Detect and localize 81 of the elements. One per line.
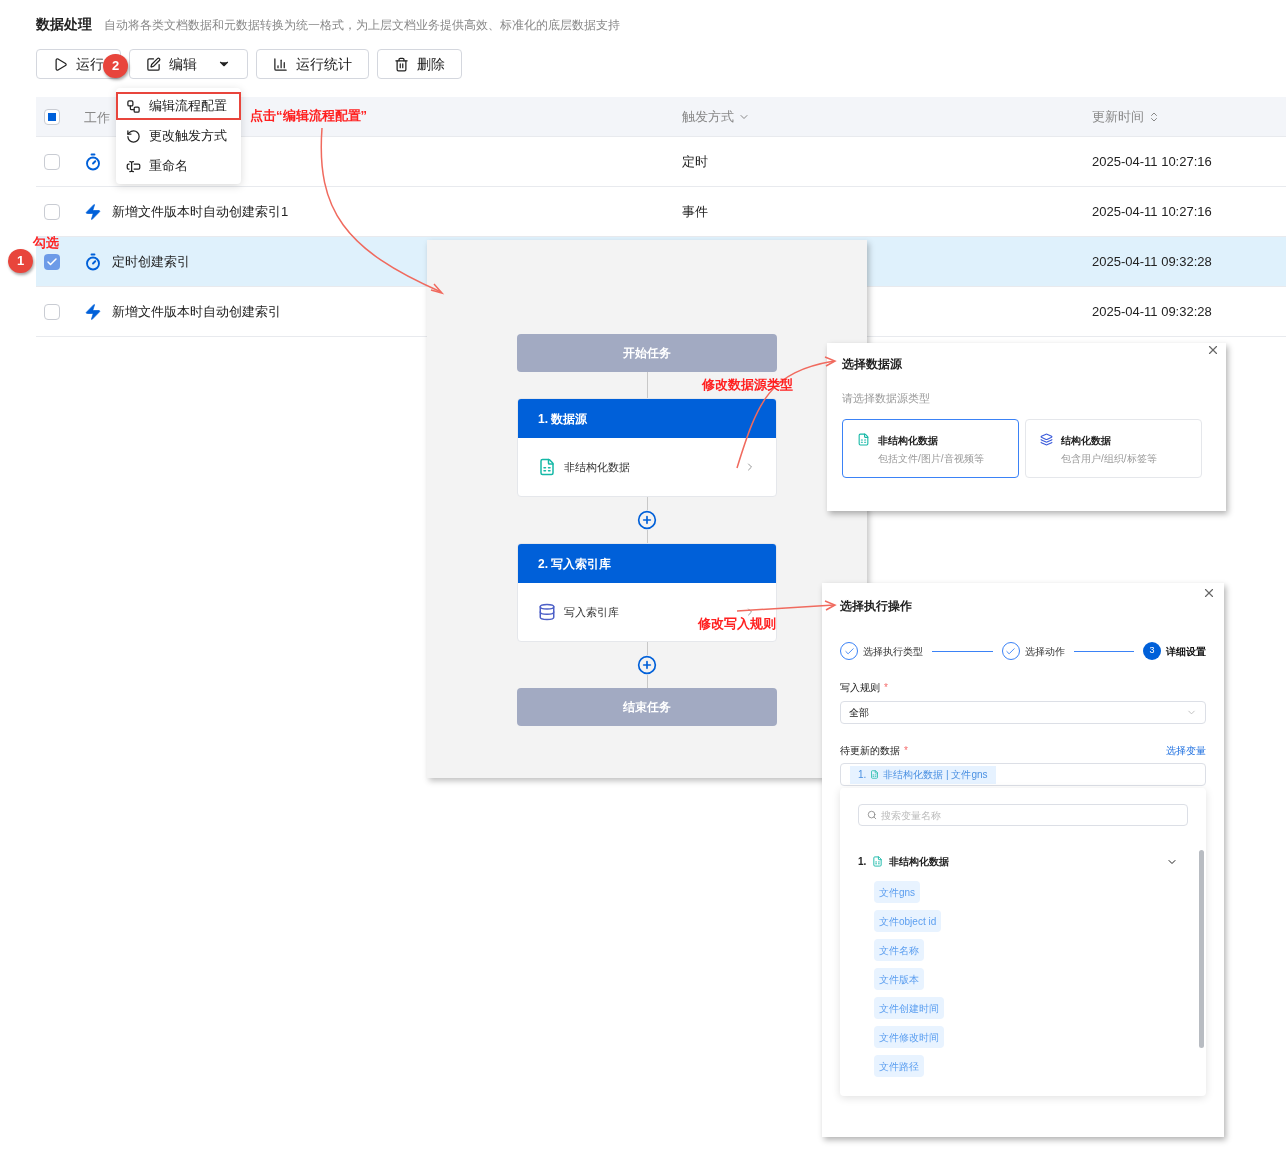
step-item: 写入索引库	[564, 604, 619, 620]
trigger-type: 定时	[682, 153, 708, 169]
timer-icon	[84, 152, 102, 171]
step-badge: 1	[8, 249, 33, 273]
select-variable-link[interactable]: 选择变量	[1166, 743, 1206, 758]
play-icon	[53, 56, 68, 72]
menu-item[interactable]: 编辑流程配置	[116, 92, 241, 120]
annotation-note: 勾选	[33, 234, 59, 252]
sort-icon[interactable]	[1148, 110, 1160, 123]
document-icon	[857, 432, 870, 446]
dialog-title: 选择执行操作	[840, 598, 913, 615]
page-description: 自动将各类文档数据和元数据转换为统一格式，为上层文档业务提供高效、标准化的底层数据支持	[104, 17, 620, 34]
checkbox[interactable]	[44, 203, 60, 220]
required-mark: *	[904, 744, 908, 758]
bar-chart-icon	[273, 56, 288, 72]
step-label: 选择动作	[1024, 644, 1065, 659]
refresh-icon	[126, 128, 141, 144]
group-index: 1.	[858, 855, 867, 869]
search-icon	[867, 810, 877, 820]
option-description: 包含用户/组织/标签等	[1061, 451, 1157, 466]
annotation-note: 修改数据源类型	[702, 376, 793, 394]
annotation-note: 点击“编辑流程配置”	[250, 107, 367, 125]
checkbox[interactable]	[44, 303, 60, 320]
field-label: 写入规则	[840, 681, 880, 695]
dialog-prompt: 请选择数据源类型	[842, 391, 931, 406]
step-item: 非结构化数据	[564, 459, 630, 475]
database-icon	[538, 603, 556, 621]
option-title: 非结构化数据	[878, 433, 939, 448]
close-icon[interactable]	[1206, 343, 1220, 357]
step-title: 2. 写入索引库	[518, 544, 776, 583]
annotation-note: 修改写入规则	[698, 615, 776, 633]
edit-icon	[146, 56, 161, 72]
trigger-type: 事件	[682, 203, 708, 219]
layers-icon	[1040, 432, 1053, 446]
text-cursor-icon	[126, 158, 141, 174]
datasource-option[interactable]: 结构化数据 包含用户/组织/标签等	[1025, 418, 1202, 478]
updated-time: 2025-04-11 09:32:28	[1092, 302, 1212, 321]
add-step-icon[interactable]	[637, 655, 657, 675]
menu-item[interactable]: 更改触发方式	[116, 122, 241, 150]
document-icon	[870, 770, 880, 779]
step-title: 1. 数据源	[518, 399, 776, 438]
checkbox[interactable]	[44, 253, 60, 270]
timer-icon	[84, 252, 102, 271]
search-placeholder: 搜索变量名称	[881, 808, 941, 823]
column-header: 工作	[84, 109, 110, 125]
checkbox[interactable]	[44, 153, 60, 170]
lightning-icon	[84, 302, 102, 321]
step-badge: 2	[103, 54, 128, 78]
required-mark: *	[884, 681, 888, 695]
updated-time: 2025-04-11 10:27:16	[1092, 152, 1212, 171]
option-description: 包括文件/图片/音视频等	[878, 451, 984, 466]
select-all-checkbox[interactable]	[44, 108, 60, 125]
workflow-name[interactable]: 定时创建索引	[112, 253, 190, 269]
updated-time: 2025-04-11 10:27:16	[1092, 202, 1212, 221]
flow-step-card[interactable]: 1. 数据源 非结构化数据	[517, 398, 777, 497]
workflow-name[interactable]: 新增文件版本时自动创建索引1	[112, 203, 289, 219]
flow-icon	[126, 98, 141, 114]
field-label: 待更新的数据	[840, 744, 900, 758]
lightning-icon	[84, 202, 102, 221]
toolbar-button[interactable]: 编辑	[129, 49, 248, 79]
close-icon[interactable]	[1202, 586, 1216, 600]
write-rule-select[interactable]: 全部	[840, 701, 1206, 724]
step-label: 详细设置	[1166, 644, 1206, 659]
scrollbar[interactable]	[1199, 850, 1204, 1048]
add-step-icon[interactable]	[637, 510, 657, 530]
group-title: 非结构化数据	[889, 855, 950, 869]
updated-time: 2025-04-11 09:32:28	[1092, 252, 1212, 271]
workflow-name[interactable]: 新增文件版本时自动创建索引	[112, 303, 281, 319]
step-label: 选择执行类型	[863, 644, 923, 659]
toolbar-button[interactable]: 运行统计	[256, 49, 369, 79]
page-title: 数据处理	[36, 15, 92, 34]
step-number: 3	[1143, 642, 1161, 660]
datasource-option[interactable]: 非结构化数据 包括文件/图片/音视频等	[842, 418, 1019, 478]
check-icon	[46, 255, 58, 268]
document-icon	[872, 856, 884, 867]
toolbar-button[interactable]: 删除	[377, 49, 462, 79]
trash-icon	[394, 56, 409, 72]
menu-item[interactable]: 重命名	[116, 152, 241, 180]
document-icon	[538, 458, 556, 476]
dialog-title: 选择数据源	[842, 356, 903, 373]
option-title: 结构化数据	[1061, 433, 1112, 448]
